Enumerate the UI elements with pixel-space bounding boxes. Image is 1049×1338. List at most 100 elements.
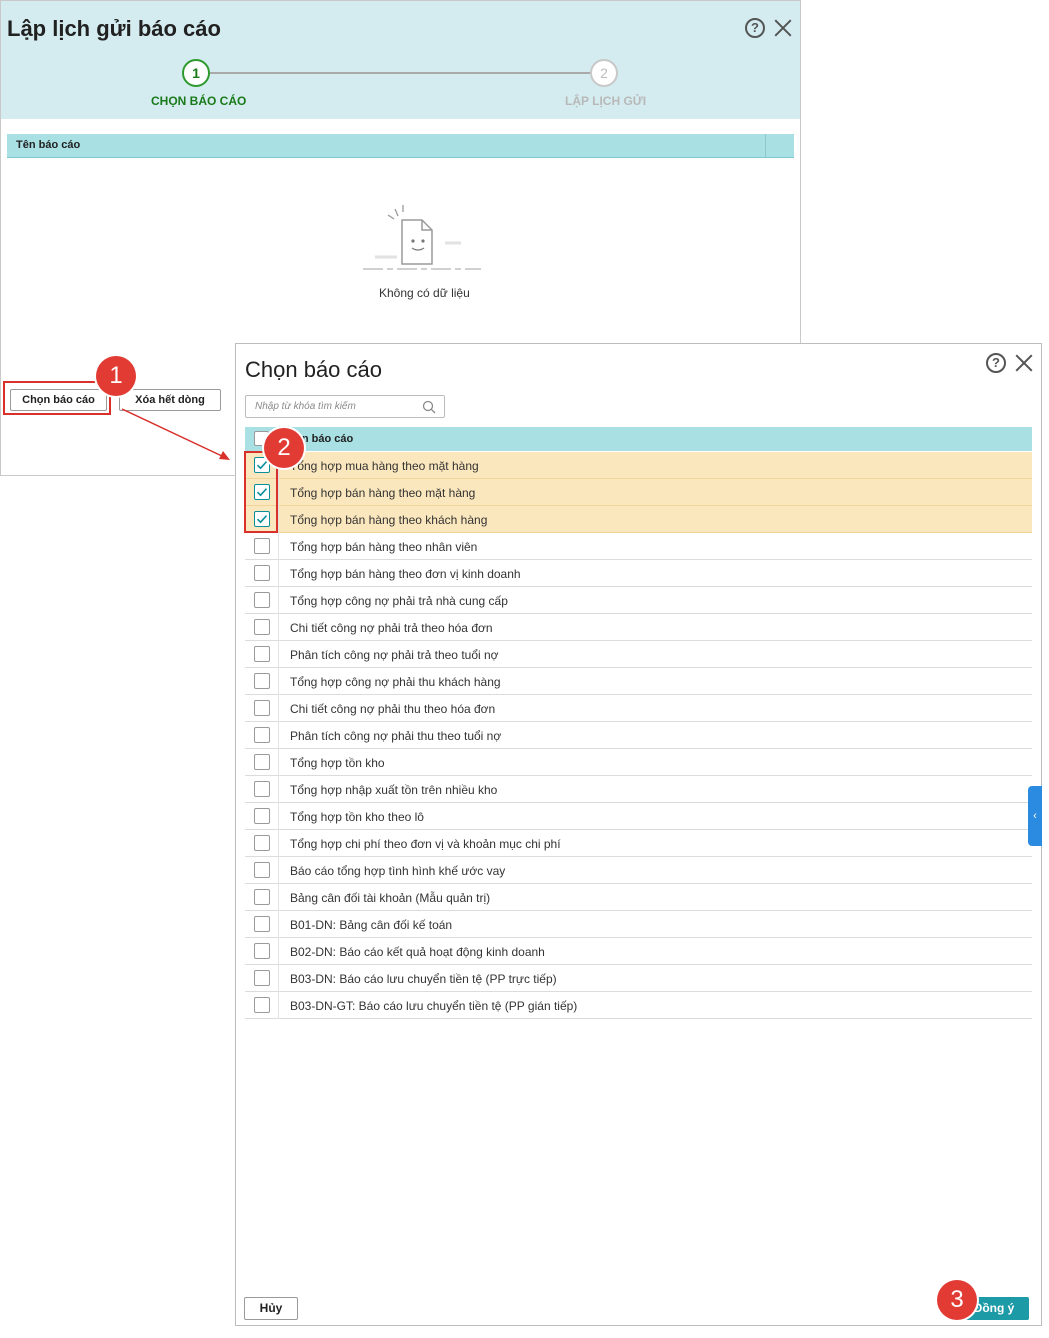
search-placeholder: Nhập từ khóa tìm kiếm (255, 401, 356, 412)
report-row[interactable]: Tổng hợp bán hàng theo nhân viên (245, 533, 1032, 560)
row-checkbox[interactable] (254, 538, 270, 554)
row-checkbox[interactable] (254, 781, 270, 797)
search-input[interactable]: Nhập từ khóa tìm kiếm (245, 395, 445, 418)
row-checkbox[interactable] (254, 592, 270, 608)
close-icon[interactable] (773, 18, 793, 38)
report-row[interactable]: Bảng cân đối tài khoản (Mẫu quản trị) (245, 884, 1032, 911)
column-divider (278, 965, 279, 992)
column-divider (278, 722, 279, 749)
report-row[interactable]: B02-DN: Báo cáo kết quả hoạt động kinh d… (245, 938, 1032, 965)
row-checkbox[interactable] (254, 808, 270, 824)
help-icon[interactable]: ? (986, 353, 1006, 373)
step-2-indicator[interactable]: 2 (590, 59, 618, 87)
row-checkbox[interactable] (254, 565, 270, 581)
column-divider (278, 803, 279, 830)
report-list: Tổng hợp mua hàng theo mặt hàng Tổng hợp … (245, 452, 1032, 1019)
row-checkbox[interactable] (254, 943, 270, 959)
callout-arrow (121, 408, 230, 460)
callout-badge-1: 1 (96, 356, 136, 396)
row-checkbox[interactable] (254, 835, 270, 851)
report-row-label: Tổng hợp nhập xuất tồn trên nhiều kho (290, 783, 498, 797)
report-row[interactable]: Tổng hợp mua hàng theo mặt hàng (245, 452, 1032, 479)
column-divider (278, 938, 279, 965)
report-row-label: Tổng hợp mua hàng theo mặt hàng (290, 459, 479, 473)
report-row[interactable]: Tổng hợp công nợ phải thu khách hàng (245, 668, 1032, 695)
column-divider (278, 506, 279, 533)
dialog-footer: Hủy Đồng ý (236, 1291, 1041, 1325)
report-row[interactable]: Tổng hợp bán hàng theo mặt hàng (245, 479, 1032, 506)
row-checkbox[interactable] (254, 754, 270, 770)
row-checkbox[interactable] (254, 889, 270, 905)
step-1-indicator[interactable]: 1 (182, 59, 210, 87)
report-row-label: Báo cáo tổng hợp tình hình khế ước vay (290, 864, 506, 878)
step-1-label: CHỌN BÁO CÁO (151, 94, 247, 108)
row-checkbox[interactable] (254, 619, 270, 635)
column-divider (278, 533, 279, 560)
report-row-label: Phân tích công nợ phải thu theo tuổi nợ (290, 729, 502, 743)
empty-data-icon (363, 205, 481, 270)
report-row-label: Chi tiết công nợ phải trả theo hóa đơn (290, 621, 493, 635)
dialog-title: Lập lịch gửi báo cáo (7, 16, 221, 41)
report-row[interactable]: B03-DN-GT: Báo cáo lưu chuyển tiền tệ (P… (245, 992, 1032, 1019)
row-checkbox[interactable] (254, 727, 270, 743)
search-icon[interactable] (422, 400, 436, 414)
report-row[interactable]: B03-DN: Báo cáo lưu chuyển tiền tệ (PP t… (245, 965, 1032, 992)
callout-badge-2: 2 (264, 428, 304, 468)
row-checkbox[interactable] (254, 646, 270, 662)
report-row[interactable]: Báo cáo tổng hợp tình hình khế ước vay (245, 857, 1032, 884)
report-row[interactable]: Phân tích công nợ phải trả theo tuổi nợ (245, 641, 1032, 668)
report-row[interactable]: Tổng hợp bán hàng theo khách hàng (245, 506, 1032, 533)
step-2-label: LẬP LỊCH GỬI (565, 94, 647, 108)
step-connector (210, 72, 590, 74)
help-icon[interactable]: ? (745, 18, 765, 38)
row-checkbox[interactable] (254, 673, 270, 689)
report-row[interactable]: B01-DN: Bảng cân đối kế toán (245, 911, 1032, 938)
report-row-label: Tổng hợp tồn kho (290, 756, 385, 770)
row-checkbox[interactable] (254, 970, 270, 986)
report-grid-header: Tên báo cáo (7, 134, 794, 158)
row-checkbox[interactable] (254, 916, 270, 932)
column-divider (278, 695, 279, 722)
report-row-label: Tổng hợp chi phí theo đơn vị và khoản mụ… (290, 837, 561, 851)
report-row-label: B03-DN-GT: Báo cáo lưu chuyển tiền tệ (P… (290, 999, 578, 1013)
column-divider (278, 830, 279, 857)
row-checkbox[interactable] (254, 997, 270, 1013)
report-row[interactable]: Tổng hợp bán hàng theo đơn vị kinh doanh (245, 560, 1032, 587)
report-row-label: Tổng hợp bán hàng theo khách hàng (290, 513, 488, 527)
column-divider (278, 776, 279, 803)
column-divider (278, 911, 279, 938)
report-row[interactable]: Tổng hợp tồn kho (245, 749, 1032, 776)
empty-data-text: Không có dữ liệu (379, 286, 470, 300)
report-row[interactable]: Chi tiết công nợ phải thu theo hóa đơn (245, 695, 1032, 722)
report-row-label: Tổng hợp bán hàng theo mặt hàng (290, 486, 476, 500)
column-divider (278, 641, 279, 668)
report-row-label: Bảng cân đối tài khoản (Mẫu quản trị) (290, 891, 491, 905)
column-divider (278, 614, 279, 641)
column-divider (765, 134, 766, 158)
report-row[interactable]: Tổng hợp chi phí theo đơn vị và khoản mụ… (245, 830, 1032, 857)
column-divider (278, 857, 279, 884)
column-divider (278, 668, 279, 695)
report-row-label: Phân tích công nợ phải trả theo tuổi nợ (290, 648, 499, 662)
close-icon[interactable] (1014, 353, 1034, 373)
column-divider (278, 479, 279, 506)
highlight-choose-button (3, 381, 111, 415)
column-divider (278, 749, 279, 776)
report-row[interactable]: Tổng hợp tồn kho theo lô (245, 803, 1032, 830)
column-divider (278, 560, 279, 587)
report-row[interactable]: Phân tích công nợ phải thu theo tuổi nợ (245, 722, 1032, 749)
report-row-label: B02-DN: Báo cáo kết quả hoạt động kinh d… (290, 945, 545, 959)
report-row[interactable]: Tổng hợp công nợ phải trả nhà cung cấp (245, 587, 1032, 614)
callout-badge-3: 3 (937, 1280, 977, 1320)
side-panel-toggle-icon[interactable]: ‹ (1028, 786, 1042, 846)
cancel-button[interactable]: Hủy (244, 1297, 298, 1320)
dialog-header: Lập lịch gửi báo cáo ? 1 2 CHỌN BÁO CÁO … (1, 1, 800, 119)
report-row[interactable]: Tổng hợp nhập xuất tồn trên nhiều kho (245, 776, 1032, 803)
row-checkbox[interactable] (254, 700, 270, 716)
report-row-label: Tổng hợp công nợ phải thu khách hàng (290, 675, 501, 689)
report-row[interactable]: Chi tiết công nợ phải trả theo hóa đơn (245, 614, 1032, 641)
choose-report-dialog: Chọn báo cáo ? Nhập từ khóa tìm kiếm Tên… (235, 343, 1042, 1326)
column-divider (278, 587, 279, 614)
row-checkbox[interactable] (254, 862, 270, 878)
report-row-label: Tổng hợp bán hàng theo nhân viên (290, 540, 478, 554)
